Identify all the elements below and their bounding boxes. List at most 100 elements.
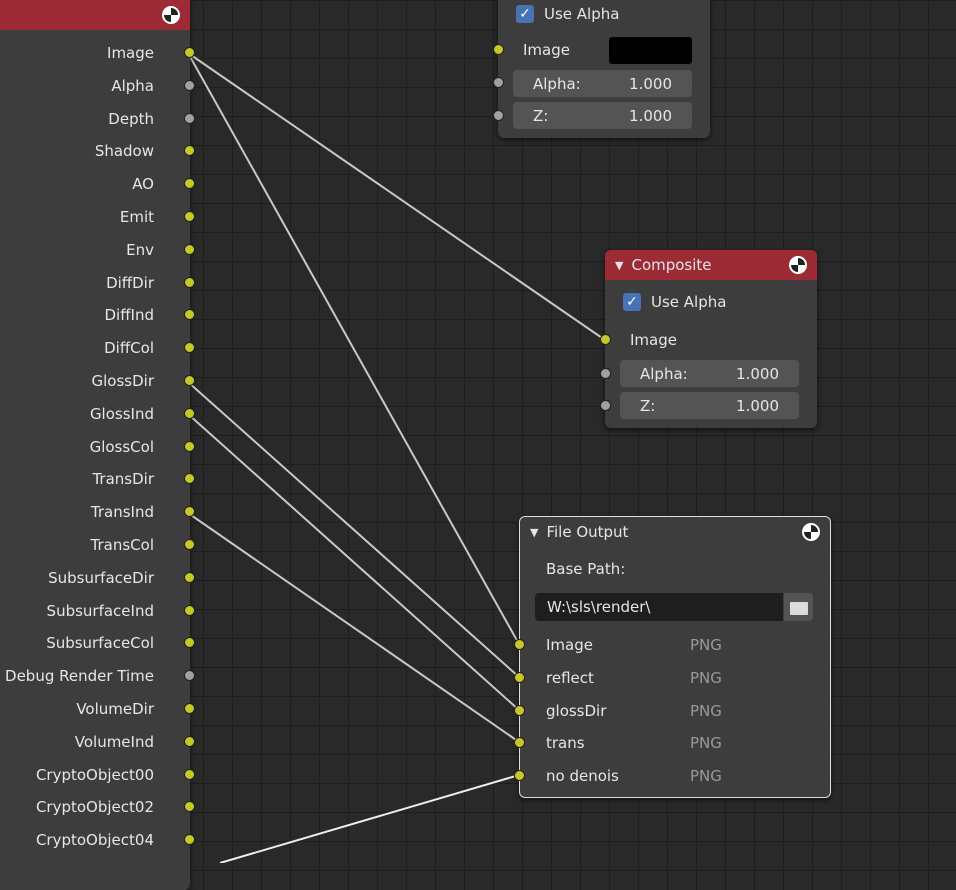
output-row: GlossDir (0, 365, 195, 397)
output-socket[interactable] (184, 735, 195, 747)
output-row: SubsurfaceInd (0, 595, 195, 627)
output-row: SubsurfaceCol (0, 627, 195, 659)
output-socket[interactable] (184, 407, 195, 419)
file-input-row: reflect PNG (514, 662, 830, 694)
output-label: Debug Render Time (5, 667, 154, 686)
link-image-file-image (187, 52, 520, 645)
file-input-row: trans PNG (514, 727, 830, 759)
z-field[interactable]: Z: 1.000 (620, 392, 799, 419)
link-glossdir-reflect (187, 381, 520, 678)
alpha-label: Alpha: (533, 74, 581, 93)
output-label: GlossInd (89, 404, 154, 423)
output-row: Debug Render Time (0, 660, 195, 692)
render-icon (789, 256, 807, 274)
alpha-field[interactable]: Alpha: 1.000 (513, 70, 692, 97)
use-alpha-label: Use Alpha (544, 5, 620, 23)
output-socket[interactable] (184, 703, 195, 714)
output-socket[interactable] (184, 276, 195, 288)
file-input-row: no denois PNG (514, 760, 830, 792)
composite-header[interactable]: ▼ Composite (605, 250, 817, 280)
output-socket[interactable] (184, 47, 195, 58)
z-field[interactable]: Z: 1.000 (513, 102, 692, 129)
z-label: Z: (533, 106, 549, 125)
input-socket[interactable] (514, 770, 525, 782)
output-row: GlossCol (0, 431, 195, 463)
output-label: CryptoObject00 (35, 765, 154, 784)
alpha-field[interactable]: Alpha: 1.000 (620, 360, 799, 387)
output-row: CryptoObject00 (0, 759, 195, 791)
output-socket[interactable] (184, 243, 195, 255)
file-output-node[interactable]: ▼ File Output Base Path: W:\sls\render\ I… (514, 516, 831, 798)
output-label: SubsurfaceInd (46, 601, 154, 620)
output-socket[interactable] (184, 375, 195, 386)
output-socket[interactable] (184, 79, 195, 91)
output-label: VolumeDir (76, 700, 154, 718)
viewer-node[interactable]: ✓ Use Alpha Image Alpha: 1.000 Z: 1.000 (493, 0, 710, 138)
alpha-socket[interactable] (493, 77, 504, 88)
z-label: Z: (640, 396, 656, 415)
input-socket[interactable] (514, 737, 525, 749)
use-alpha-checkbox[interactable]: ✓ (623, 293, 641, 311)
output-row: TransInd (0, 496, 195, 528)
input-label: reflect (546, 668, 594, 687)
output-label: DiffInd (104, 306, 154, 325)
collapse-arrow-icon[interactable]: ▼ (530, 526, 538, 539)
input-label: no denois (546, 767, 619, 786)
z-socket[interactable] (600, 400, 611, 411)
alpha-socket[interactable] (600, 368, 611, 379)
node-title: Composite (631, 256, 712, 274)
render-layers-node[interactable]: Image Alpha Depth Shadow AO Emit Env DiffDir Dif… (0, 0, 195, 890)
output-row: SubsurfaceDir (0, 562, 195, 594)
image-socket[interactable] (493, 44, 504, 55)
output-label: TransCol (90, 536, 154, 554)
z-value: 1.000 (736, 396, 779, 415)
input-label: Image (546, 636, 593, 654)
output-label: CryptoObject02 (35, 798, 154, 817)
output-row: CryptoObject04 (0, 824, 195, 856)
output-row: DiffDir (0, 267, 195, 299)
output-icon (802, 523, 820, 541)
alpha-value: 1.000 (736, 364, 779, 383)
input-format: PNG (690, 636, 722, 654)
output-socket[interactable] (184, 539, 195, 550)
composite-node[interactable]: ▼ Composite ✓ Use Alpha Image Alpha: 1.000 … (600, 250, 817, 428)
image-socket[interactable] (600, 334, 611, 345)
input-socket[interactable] (514, 639, 525, 650)
output-row: Alpha (0, 70, 195, 102)
output-label: TransDir (92, 470, 154, 489)
folder-browse-button[interactable] (784, 593, 813, 621)
output-label: SubsurfaceCol (46, 634, 154, 653)
output-row: TransCol (0, 529, 195, 561)
output-row: DiffCol (0, 332, 195, 364)
base-path-input[interactable]: W:\sls\render\ (535, 593, 783, 621)
output-socket[interactable] (184, 768, 195, 780)
output-socket[interactable] (184, 440, 195, 452)
base-path-label: Base Path: (546, 560, 626, 578)
input-label: trans (546, 734, 585, 753)
input-label: glossDir (546, 701, 607, 720)
output-label: GlossDir (91, 372, 154, 390)
output-label: Image (107, 44, 154, 62)
collapse-arrow-icon[interactable]: ▼ (615, 259, 623, 272)
output-socket[interactable] (184, 211, 195, 222)
output-label: Env (126, 240, 154, 259)
output-label: Depth (108, 109, 154, 128)
link-transind-trans (187, 512, 520, 743)
output-row: VolumeInd (0, 726, 195, 758)
alpha-value: 1.000 (629, 74, 672, 93)
use-alpha-checkbox[interactable]: ✓ (516, 5, 534, 23)
output-row: Env (0, 234, 195, 266)
input-socket[interactable] (514, 671, 525, 683)
input-format: PNG (690, 668, 722, 687)
output-socket[interactable] (184, 604, 195, 616)
output-socket[interactable] (184, 112, 195, 124)
image-color-swatch[interactable] (609, 36, 692, 64)
folder-icon (789, 601, 808, 615)
z-socket[interactable] (493, 110, 504, 121)
file-output-header[interactable]: ▼ File Output (520, 517, 830, 547)
output-row: CryptoObject02 (0, 791, 195, 823)
output-row: AO (0, 168, 195, 200)
output-socket[interactable] (184, 571, 195, 583)
output-row: Image (0, 37, 195, 69)
input-socket[interactable] (514, 704, 525, 716)
